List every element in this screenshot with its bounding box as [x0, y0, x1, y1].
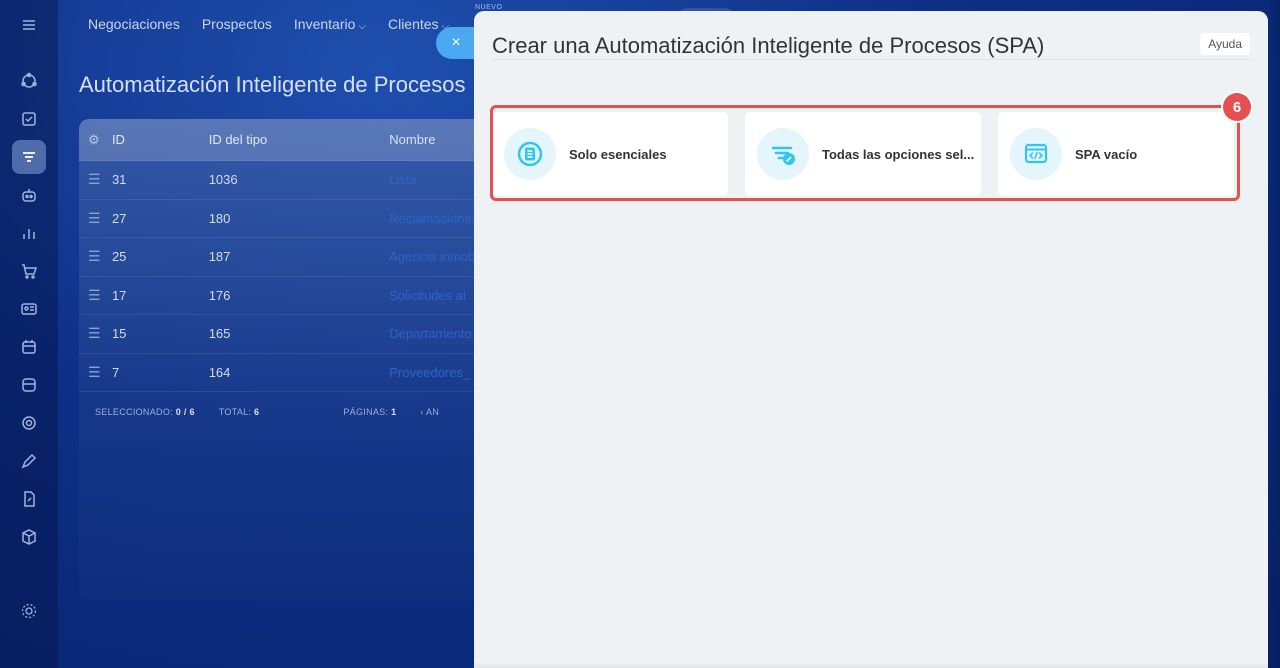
table-row[interactable]: ☰ 31 1036 Lista [79, 161, 499, 200]
selected-count: SELECCIONADO: 0 / 6 [95, 407, 195, 417]
cell-id: 17 [111, 287, 127, 303]
drag-handle-icon[interactable]: ☰ [79, 364, 112, 381]
prev-page-button[interactable]: ‹ AN [420, 407, 439, 417]
target-icon[interactable] [12, 406, 46, 440]
table-row[interactable]: ☰ 25 187 Agencia inmob [79, 238, 499, 277]
table-row[interactable]: ☰ 17 176 Solicitudes al [79, 277, 499, 315]
selected-value: 0 / 6 [175, 407, 195, 417]
pages-label: PÁGINAS: [343, 407, 389, 417]
table-footer: SELECCIONADO: 0 / 6 TOTAL: 6 PÁGINAS: 1 … [79, 392, 499, 432]
prev-page-label: AN [426, 407, 440, 417]
analytics-icon[interactable] [12, 216, 46, 250]
divider [492, 59, 1250, 60]
table-row[interactable]: ☰ 27 180 Reclamaciones [79, 200, 499, 238]
close-icon[interactable]: × [436, 27, 476, 59]
package-icon[interactable] [12, 520, 46, 554]
selected-label: SELECCIONADO: [95, 407, 173, 417]
gear-icon[interactable]: ⚙ [79, 132, 112, 148]
tasks-icon[interactable] [12, 102, 46, 136]
cell-type-id: 164 [208, 364, 231, 380]
edge-shadow [1268, 0, 1280, 668]
chevron-down-icon: ⌵ [358, 21, 366, 32]
step-badge: 6 [1223, 93, 1251, 121]
table-header: ⚙ ID ID del tipo Nombre [79, 119, 499, 161]
drag-handle-icon[interactable]: ☰ [79, 210, 112, 227]
highlight-frame [490, 105, 1240, 201]
column-header-id[interactable]: ID [112, 132, 209, 147]
help-button[interactable]: Ayuda [1200, 33, 1250, 55]
crm-icon[interactable] [12, 64, 46, 98]
drag-handle-icon[interactable]: ☰ [79, 248, 112, 265]
cell-type-id: 165 [208, 326, 231, 342]
drag-handle-icon[interactable]: ☰ [79, 287, 112, 304]
nav-item-label: Clientes [387, 16, 439, 32]
new-badge: NUEVO [475, 4, 503, 11]
cart-icon[interactable] [12, 254, 46, 288]
cell-id: 27 [111, 210, 127, 226]
nav-item-inventario[interactable]: Inventario ⌵ [294, 16, 366, 32]
nav-item-prospectos[interactable]: Prospectos [202, 16, 272, 32]
cell-id: 31 [111, 172, 127, 188]
bottom-shadow [474, 662, 1268, 668]
calendar-icon[interactable] [12, 330, 46, 364]
settings-icon[interactable] [12, 594, 46, 628]
pen-icon[interactable] [12, 444, 46, 478]
slider-title: Crear una Automatización Inteligente de … [492, 33, 1045, 58]
drag-handle-icon[interactable]: ☰ [79, 325, 112, 342]
total-value: 6 [254, 407, 260, 417]
table-row[interactable]: ☰ 15 165 Departamento [79, 315, 499, 354]
store-icon[interactable] [12, 368, 46, 402]
nav-item-label: Inventario [293, 16, 356, 32]
cell-type-id: 1036 [208, 172, 238, 188]
total-count: TOTAL: 6 [219, 407, 260, 417]
automation-icon[interactable] [12, 140, 46, 174]
menu-icon[interactable] [12, 8, 46, 42]
table-row[interactable]: ☰ 7 164 Proveedores_ [79, 354, 499, 392]
nav-item-negociaciones[interactable]: Negociaciones [88, 16, 180, 32]
cell-id: 15 [111, 326, 127, 342]
pages-count: PÁGINAS: 1 [343, 407, 396, 417]
page-title: Automatización Inteligente de Procesos [79, 72, 466, 97]
pages-value: 1 [391, 407, 397, 417]
robot-icon[interactable] [12, 178, 46, 212]
cell-type-id: 187 [208, 249, 231, 265]
cell-id: 25 [111, 249, 127, 265]
contact-card-icon[interactable] [12, 292, 46, 326]
left-rail [0, 0, 58, 668]
chevron-left-icon: ‹ [420, 407, 424, 417]
nav-item-clientes[interactable]: Clientes ⌵ [388, 16, 449, 32]
total-label: TOTAL: [218, 407, 252, 417]
drag-handle-icon[interactable]: ☰ [79, 171, 112, 188]
create-spa-slider: Crear una Automatización Inteligente de … [474, 11, 1268, 668]
entity-table: ⚙ ID ID del tipo Nombre ☰ 31 1036 Lista … [79, 119, 499, 600]
cell-id: 7 [111, 364, 120, 380]
document-sign-icon[interactable] [12, 482, 46, 516]
cell-type-id: 176 [208, 287, 231, 303]
column-header-type-id[interactable]: ID del tipo [209, 132, 390, 147]
cell-type-id: 180 [208, 210, 231, 226]
